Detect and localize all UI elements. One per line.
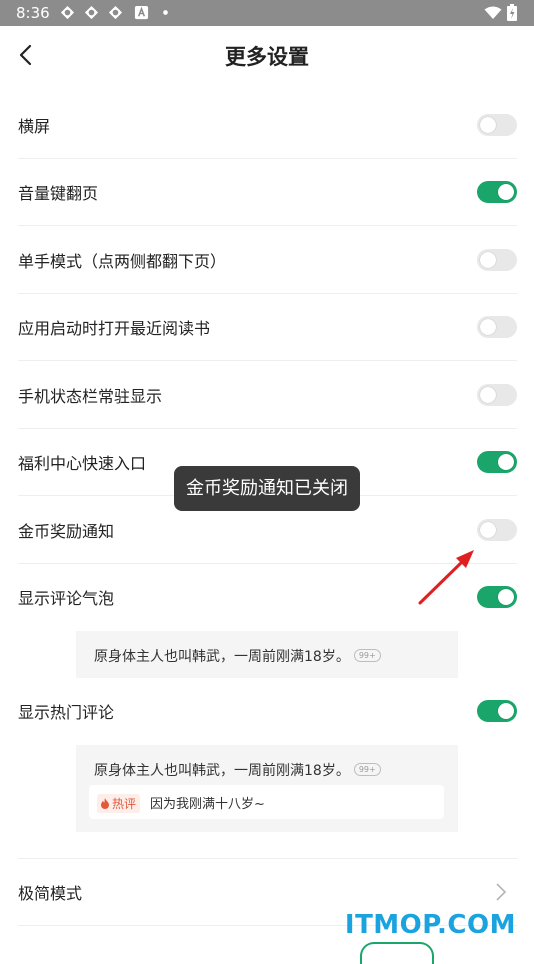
- setting-row-hot-comment[interactable]: 显示热门评论: [18, 678, 517, 744]
- setting-label: 极简模式: [18, 884, 83, 903]
- top-bar: 更多设置: [0, 26, 534, 84]
- watermark: ITMOP.COM: [344, 910, 516, 940]
- setting-row-status-bar-visible[interactable]: 手机状态栏常驻显示: [18, 361, 517, 429]
- app-notification-icon: [60, 5, 75, 20]
- status-time: 8:36: [16, 4, 50, 22]
- wifi-icon: [484, 6, 502, 19]
- welfare-entry-toggle[interactable]: [477, 451, 517, 473]
- annotation-arrow-icon: [418, 550, 474, 605]
- setting-label: 显示热门评论: [18, 703, 115, 722]
- setting-label: 显示评论气泡: [18, 589, 115, 608]
- floating-button-edge[interactable]: [360, 942, 434, 964]
- landscape-toggle[interactable]: [477, 114, 517, 136]
- preview-text: 原身体主人也叫韩武，一周前刚满18岁。 99+: [94, 760, 381, 780]
- app-notification-icon: [84, 5, 99, 20]
- dot-icon: [163, 10, 168, 15]
- comment-count-badge: 99+: [353, 648, 381, 662]
- status-bar: 8:36: [0, 0, 534, 26]
- flame-icon: [101, 798, 109, 809]
- setting-label: 横屏: [18, 117, 51, 136]
- hot-comment-toggle[interactable]: [477, 700, 517, 722]
- volume-key-page-toggle[interactable]: [477, 181, 517, 203]
- setting-label: 单手模式（点两侧都翻下页）: [18, 251, 227, 271]
- setting-label: 福利中心快速入口: [18, 454, 147, 473]
- app-notification-icon: [108, 5, 123, 20]
- status-bar-visible-toggle[interactable]: [477, 383, 517, 406]
- a-notification-icon: [134, 5, 149, 20]
- setting-label: 金币奖励通知: [18, 521, 115, 541]
- hot-comment-box: 热评 因为我刚满十八岁~: [89, 785, 444, 819]
- setting-row-open-recent-book[interactable]: 应用启动时打开最近阅读书: [18, 294, 517, 361]
- setting-row-one-hand-mode[interactable]: 单手模式（点两侧都翻下页）: [18, 226, 517, 294]
- comment-bubble-toggle[interactable]: [477, 586, 517, 608]
- hot-comment-text: 因为我刚满十八岁~: [150, 797, 265, 812]
- comment-bubble-preview: 原身体主人也叫韩武，一周前刚满18岁。 99+: [76, 631, 458, 678]
- coin-reward-notice-toggle[interactable]: [477, 518, 517, 541]
- hot-comment-tag: 热评: [97, 794, 141, 813]
- setting-row-volume-key-page[interactable]: 音量键翻页: [18, 159, 517, 226]
- comment-count-badge: 99+: [353, 762, 381, 776]
- setting-label: 应用启动时打开最近阅读书: [18, 319, 211, 338]
- setting-label: 手机状态栏常驻显示: [18, 386, 163, 406]
- preview-text: 原身体主人也叫韩武，一周前刚满18岁。 99+: [94, 646, 381, 666]
- page-title: 更多设置: [225, 45, 309, 69]
- chevron-right-icon: [496, 883, 507, 901]
- battery-icon: [507, 4, 517, 21]
- hot-comment-preview: 原身体主人也叫韩武，一周前刚满18岁。 99+ 热评 因为我刚满十八岁~: [76, 745, 458, 832]
- one-hand-mode-toggle[interactable]: [477, 248, 517, 271]
- setting-label: 音量键翻页: [18, 184, 99, 203]
- setting-row-landscape[interactable]: 横屏: [18, 92, 517, 159]
- open-recent-book-toggle[interactable]: [477, 316, 517, 338]
- toast-message: 金币奖励通知已关闭: [174, 466, 360, 511]
